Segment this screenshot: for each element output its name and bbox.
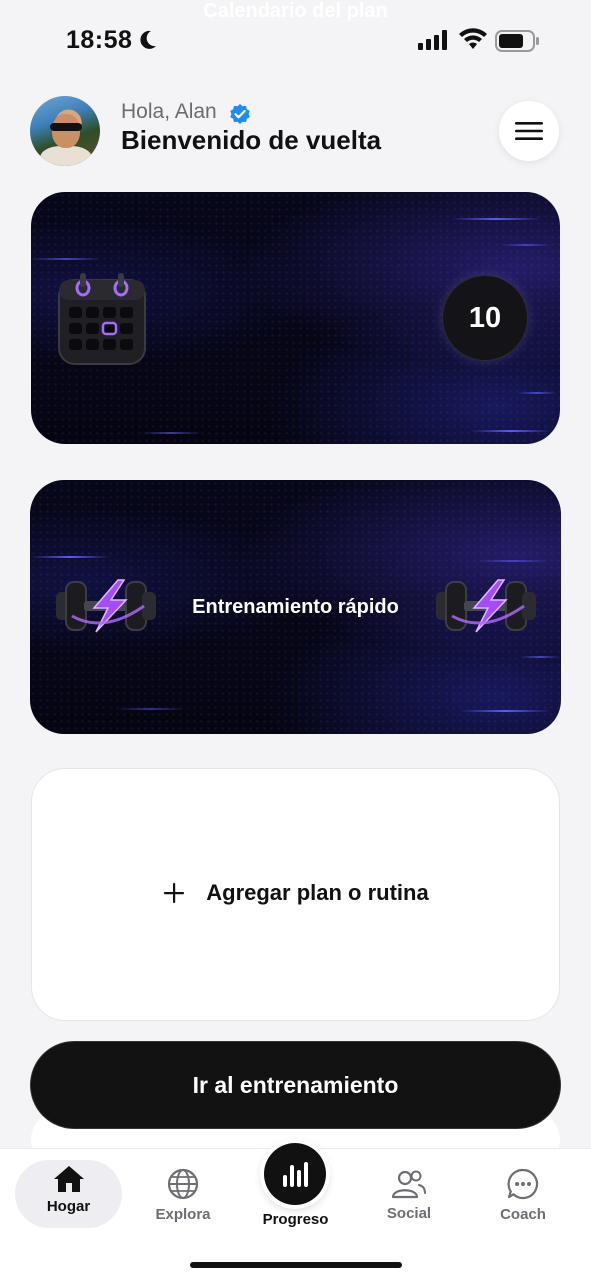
- tab-progress-button[interactable]: [264, 1143, 326, 1205]
- bar-chart-icon: [283, 1162, 308, 1187]
- wifi-icon: [459, 28, 487, 49]
- tab-coach[interactable]: Coach: [470, 1160, 576, 1228]
- tab-social-label: Social: [386, 1205, 432, 1222]
- plus-icon: [164, 883, 185, 903]
- tab-coach-label: Coach: [500, 1206, 546, 1223]
- tab-explore[interactable]: Explora: [130, 1160, 236, 1228]
- battery-icon: [495, 30, 539, 52]
- menu-button[interactable]: [499, 101, 559, 161]
- add-plan-row[interactable]: Agregar plan o rutina: [0, 880, 591, 906]
- home-indicator: [190, 1262, 402, 1268]
- tab-home[interactable]: Hogar: [15, 1160, 122, 1228]
- tab-home-label: Hogar: [46, 1198, 91, 1215]
- verified-icon: [230, 104, 250, 124]
- welcome-title: Bienvenido de vuelta: [121, 125, 382, 155]
- menu-icon: [515, 122, 543, 140]
- greeting: Hola, Alan: [121, 100, 217, 123]
- plan-calendar-title: Calendario del plan: [203, 0, 388, 22]
- globe-icon: [167, 1168, 199, 1200]
- plan-count-badge: 10: [443, 276, 527, 360]
- tab-explore-label: Explora: [155, 1206, 211, 1223]
- tab-progress-label[interactable]: Progreso: [240, 1211, 351, 1228]
- home-icon: [53, 1166, 84, 1192]
- avatar[interactable]: [30, 96, 100, 166]
- people-icon: [391, 1170, 426, 1199]
- tab-social[interactable]: Social: [356, 1160, 462, 1228]
- dumbbell-icon: [56, 579, 156, 633]
- dumbbell-icon: [436, 579, 536, 633]
- add-plan-label: Agregar plan o rutina: [206, 880, 429, 905]
- moon-icon: [140, 30, 156, 49]
- calendar-icon: [58, 273, 146, 365]
- status-time: 18:58: [66, 26, 133, 54]
- chat-icon: [507, 1168, 539, 1200]
- signal-icon: [418, 30, 447, 50]
- go-to-workout-button[interactable]: Ir al entrenamiento: [30, 1041, 561, 1129]
